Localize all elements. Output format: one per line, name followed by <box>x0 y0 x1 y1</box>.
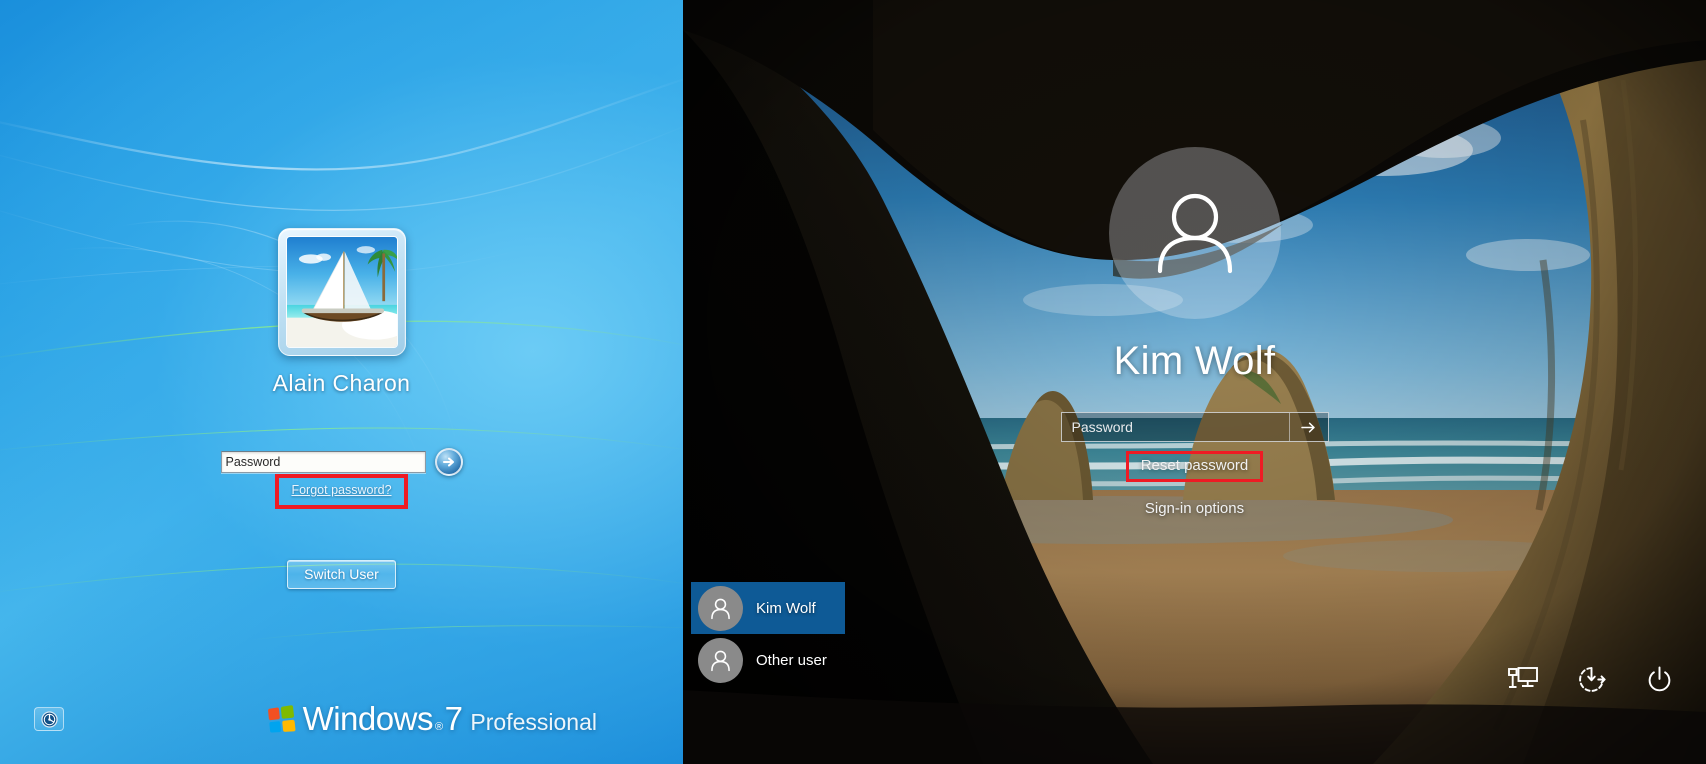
windows7-user-name: Alain Charon <box>272 370 411 396</box>
switch-user-button[interactable]: Switch User <box>287 560 396 589</box>
windows10-login-screen: Kim Wolf Password Reset password Sign-in… <box>683 0 1706 764</box>
windows-edition: Professional <box>470 709 597 735</box>
windows10-user-name: Kim Wolf <box>1113 339 1276 383</box>
windows10-user-list: Kim Wolf Other user <box>691 582 991 686</box>
windows10-user-tile: Kim Wolf <box>683 147 1706 384</box>
windows-version: 7 <box>444 700 463 737</box>
windows7-password-row: Password <box>0 448 683 476</box>
windows10-submit-button[interactable] <box>1288 413 1328 441</box>
windows10-reset-password-area: Reset password <box>683 451 1706 482</box>
windows10-avatar <box>1108 147 1281 319</box>
windows-wordmark: Windows <box>302 700 434 737</box>
windows10-reset-password-highlight: Reset password <box>1125 451 1264 482</box>
ease-of-access-icon <box>1578 666 1606 692</box>
sign-in-options-link[interactable]: Sign-in options <box>683 500 1706 517</box>
person-icon <box>698 637 743 683</box>
power-button[interactable] <box>1642 662 1676 696</box>
ease-of-access-icon <box>40 710 58 728</box>
windows7-avatar-frame[interactable] <box>277 228 406 356</box>
user-list-item-other-user[interactable]: Other user <box>691 634 991 686</box>
windows7-switch-user-area: Switch User <box>0 560 683 589</box>
windows-trademark: ® <box>434 721 443 733</box>
windows10-password-placeholder: Password <box>1071 419 1133 435</box>
user-list-item-kim-wolf[interactable]: Kim Wolf <box>691 582 845 634</box>
windows10-password-input[interactable]: Password <box>1060 412 1329 442</box>
windows7-brand-text: Windows ® 7 Professional <box>303 700 597 738</box>
network-icon <box>1508 667 1538 688</box>
power-icon <box>1648 666 1670 691</box>
windows7-brand: Windows ® 7 Professional <box>267 700 597 738</box>
windows7-forgot-password-highlight: Forgot password? <box>275 474 408 509</box>
screenshot-stage: Alain Charon Password Forgot password? S… <box>0 0 1706 764</box>
forgot-password-link[interactable]: Forgot password? <box>291 483 391 497</box>
windows7-submit-button[interactable] <box>434 448 463 476</box>
windows7-forgot-password-area: Forgot password? <box>0 474 683 509</box>
ease-of-access-button[interactable] <box>1574 662 1608 696</box>
user-list-item-label: Kim Wolf <box>756 599 816 617</box>
person-icon <box>1157 193 1232 274</box>
windows7-password-input[interactable]: Password <box>220 451 426 473</box>
arrow-right-circle-icon <box>442 457 454 467</box>
arrow-right-icon <box>1301 422 1315 432</box>
user-list-item-label: Other user <box>756 651 827 669</box>
person-icon <box>698 585 743 631</box>
windows7-login-screen: Alain Charon Password Forgot password? S… <box>0 0 683 764</box>
windows7-ease-of-access-button[interactable] <box>34 707 64 731</box>
windows7-password-placeholder: Password <box>225 455 281 469</box>
sailboat-beach-tile-icon <box>285 236 398 348</box>
reset-password-link[interactable]: Reset password <box>1141 457 1249 474</box>
windows-flag-icon <box>267 704 296 733</box>
windows10-system-controls <box>1506 662 1676 696</box>
windows7-user-tile[interactable]: Alain Charon <box>0 228 683 397</box>
network-button[interactable] <box>1506 662 1540 696</box>
